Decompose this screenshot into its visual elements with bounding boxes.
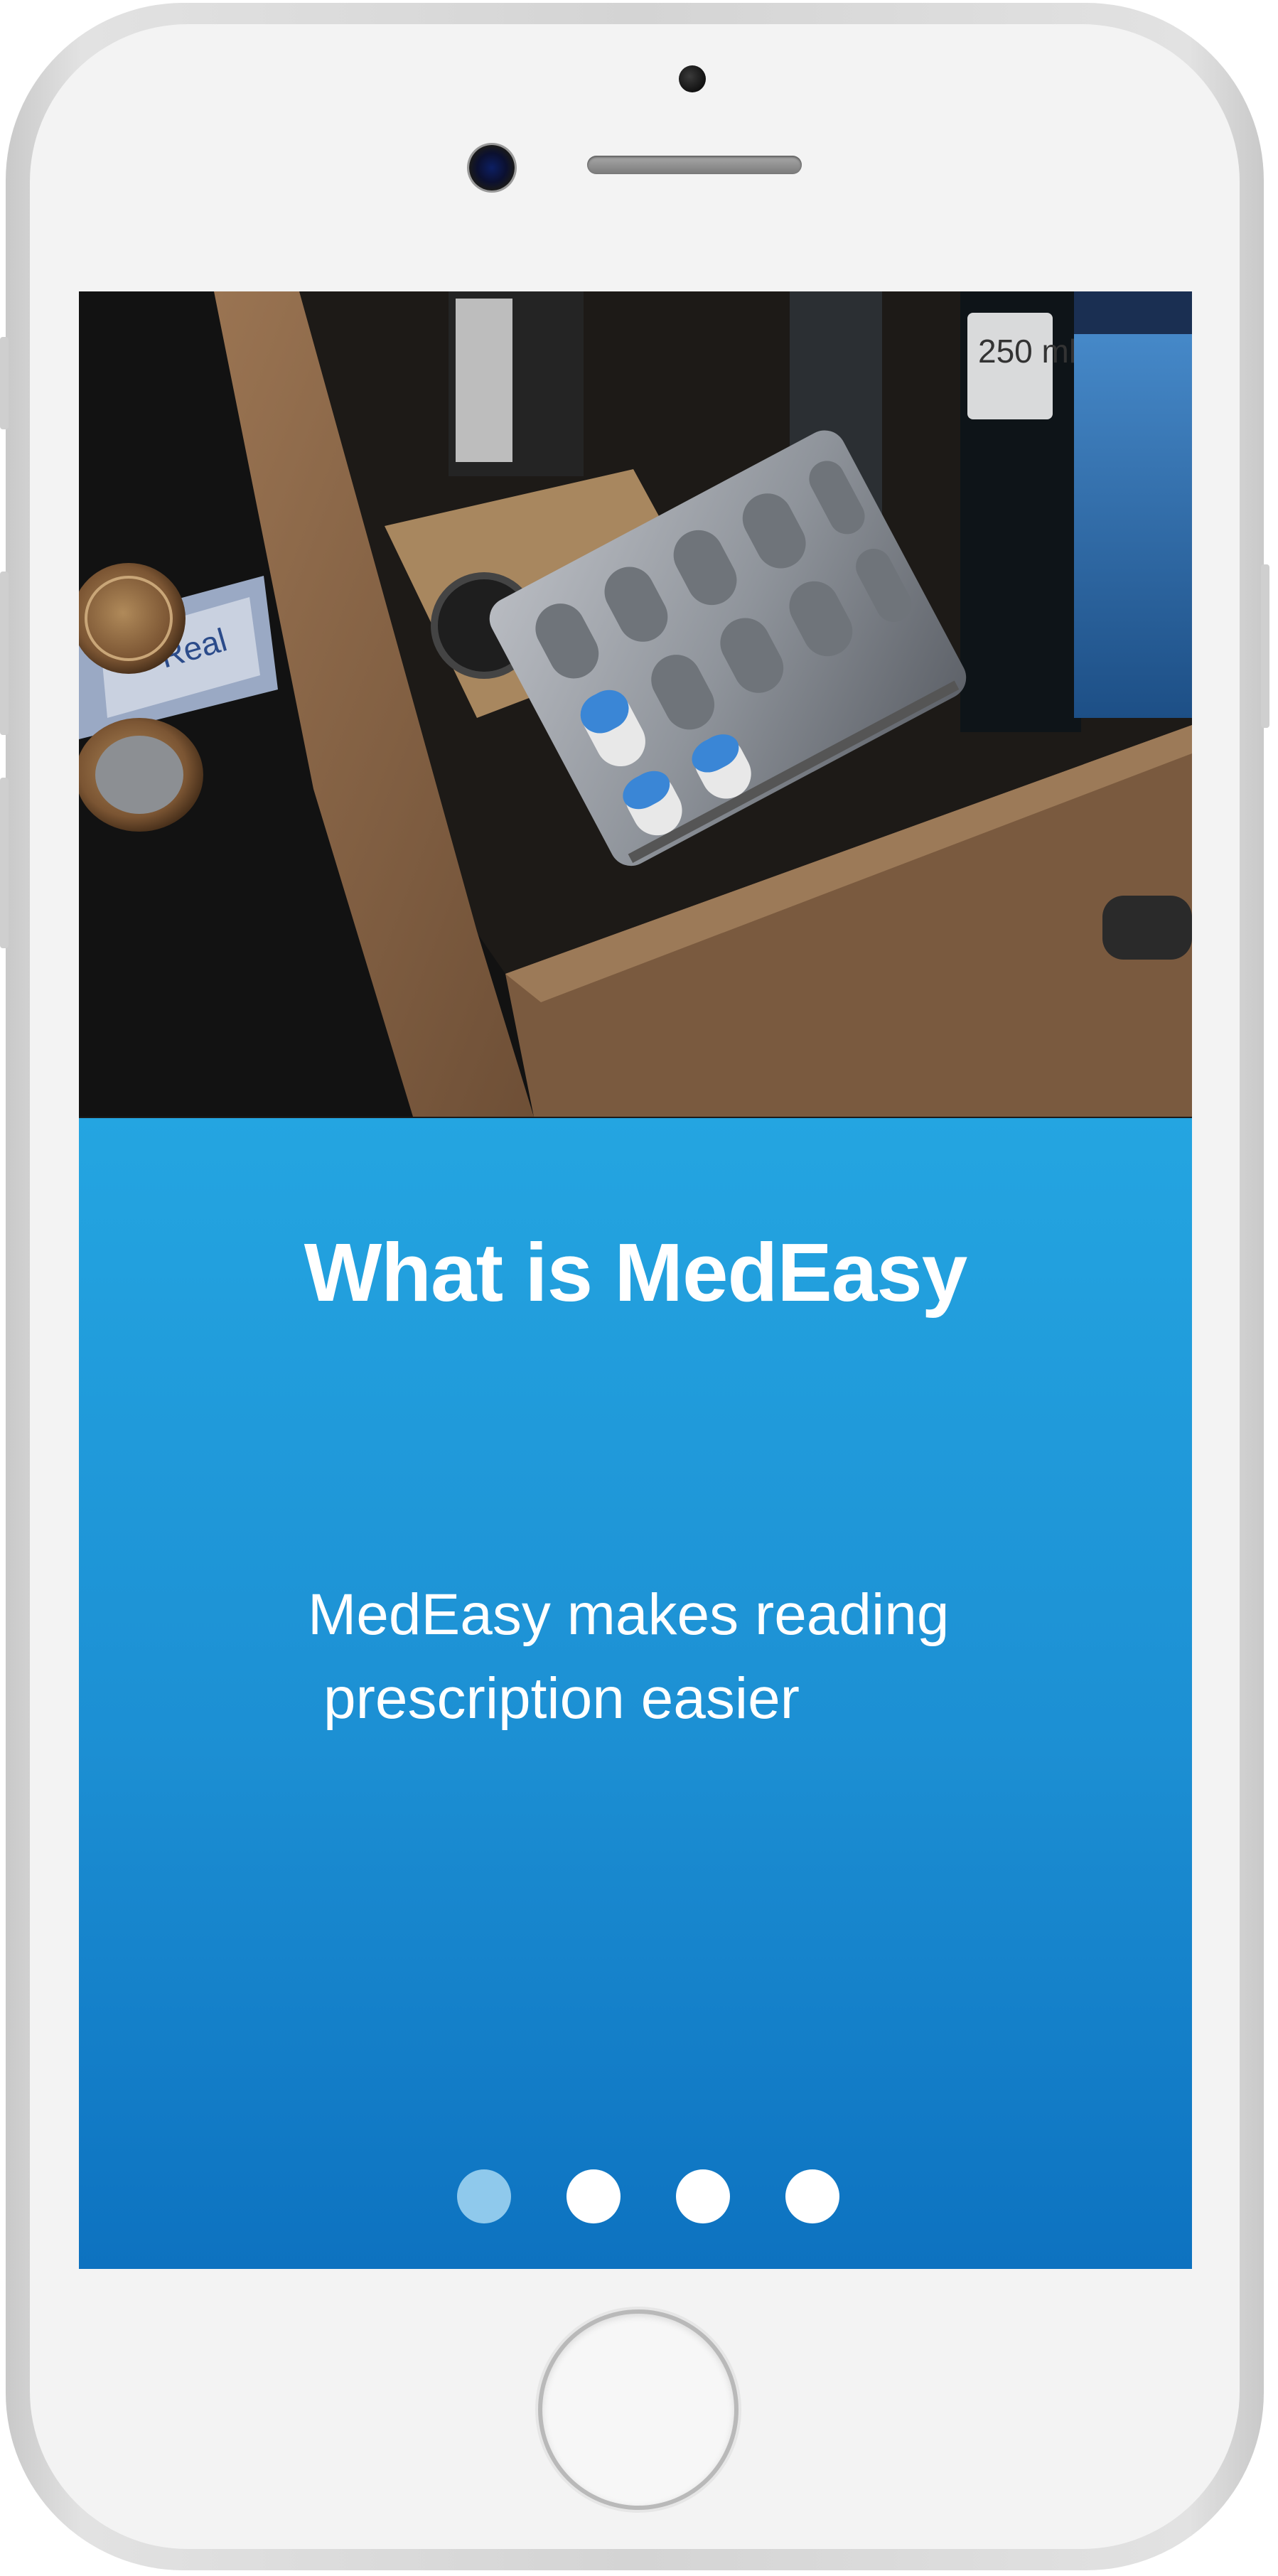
page-dot-3[interactable]: [676, 2169, 730, 2223]
description-line-1: MedEasy makes reading: [308, 1582, 950, 1647]
page-dot-1-active[interactable]: [457, 2169, 511, 2223]
medicine-box-photo: 250 ml Real: [79, 291, 1192, 1117]
mute-switch: [0, 778, 9, 948]
description-line-2: prescription easier: [323, 1666, 800, 1731]
app-screen: 250 ml Real What is MedEasy MedEasy make…: [79, 291, 1192, 2269]
volume-down-button: [0, 571, 9, 735]
onboarding-title: What is MedEasy: [304, 1226, 968, 1319]
power-button: [1261, 564, 1269, 728]
onboarding-description: MedEasy makes reading prescription easie…: [308, 1573, 1090, 1741]
earpiece-speaker: [587, 156, 802, 174]
front-camera: [469, 145, 515, 190]
home-button[interactable]: [542, 2314, 734, 2506]
bottle-label: 250 ml: [978, 333, 1076, 370]
volume-up-button: [0, 337, 9, 429]
hero-image: 250 ml Real: [79, 291, 1192, 1117]
page-indicator: [457, 2169, 839, 2223]
page-dot-4[interactable]: [785, 2169, 839, 2223]
onboarding-panel: What is MedEasy MedEasy makes reading pr…: [79, 1118, 1192, 2269]
proximity-sensor: [679, 65, 706, 92]
page-dot-2[interactable]: [566, 2169, 621, 2223]
